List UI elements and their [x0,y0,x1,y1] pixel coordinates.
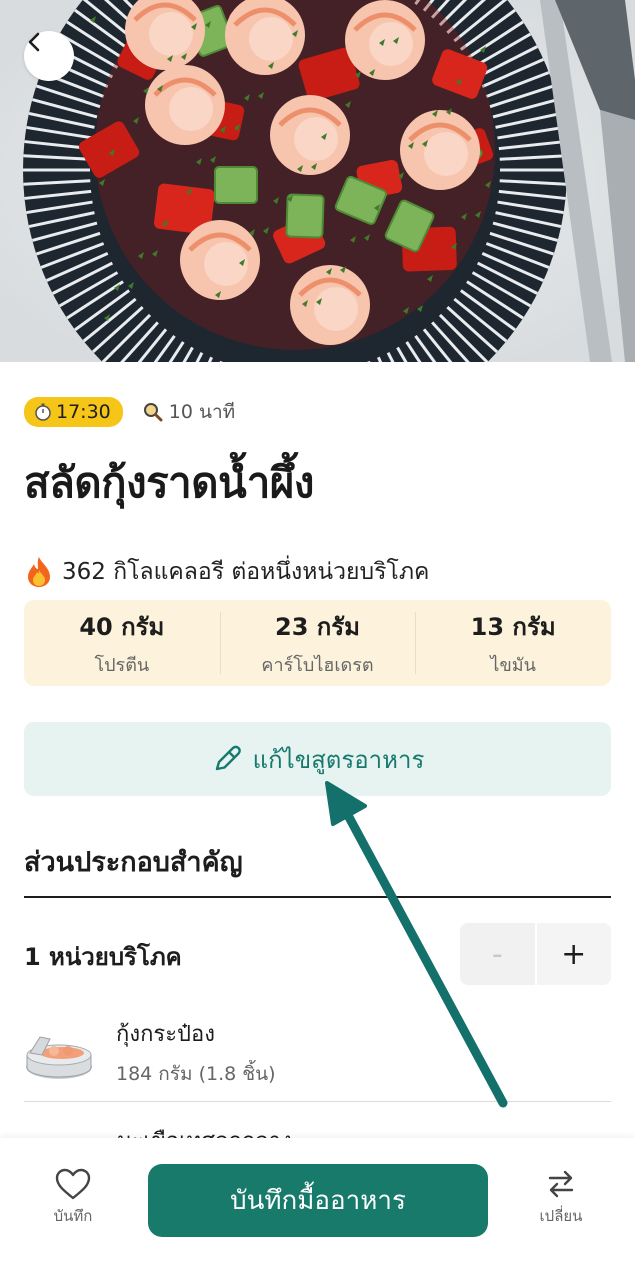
decrease-serving-button[interactable]: - [460,923,535,985]
time-badge-text: 17:30 [56,401,111,423]
ingredient-amount: 184 กรัม (1.8 ชิ้น) [116,1062,276,1085]
canned-shrimp-image [26,1036,92,1079]
edit-recipe-button[interactable]: แก้ไขสูตรอาหาร [24,722,611,796]
heart-icon [55,1168,91,1200]
macro-label: คาร์โบไฮเดรต [261,655,374,676]
swap-arrows-icon [548,1170,574,1198]
favorite-label: บันทึก [53,1207,93,1225]
section-divider [24,896,611,898]
ingredient-name: กุ้งกระป๋อง [116,1021,215,1047]
macro-value: 13 กรัม [470,613,556,641]
serving-stepper: - + [460,923,611,985]
recipe-hero-image [0,0,635,362]
chevron-left-icon [28,32,40,52]
macro-value: 23 กรัม [275,613,360,641]
ingredients-section-title: ส่วนประกอบสำคัญ [24,847,243,878]
macro-carbs: 23 กรัม คาร์โบไฮเดรต [219,600,416,686]
duration-text: 10 นาที [168,401,236,423]
macro-label: ไขมัน [490,655,536,676]
recipe-title: สลัดกุ้งราดน้ำผึ้ง [24,458,314,507]
pencil-icon [215,745,241,771]
favorite-button[interactable]: บันทึก [38,1168,108,1228]
time-badge: 17:30 [24,397,123,427]
ingredient-item[interactable]: กุ้งกระป๋อง 184 กรัม (1.8 ชิ้น) [24,1002,611,1102]
recipe-meta: 17:30 10 นาที [24,397,235,427]
increase-serving-button[interactable]: + [534,923,611,985]
swap-label: เปลี่ยน [539,1207,583,1225]
swap-button[interactable]: เปลี่ยน [526,1168,596,1228]
stopwatch-icon [35,403,51,421]
edit-recipe-label: แก้ไขสูตรอาหาร [252,745,425,774]
macro-summary: 40 กรัม โปรตีน 23 กรัม คาร์โบไฮเดรต 13 ก… [24,600,611,686]
serving-label: 1 หน่วยบริโภค [24,943,182,971]
macro-protein: 40 กรัม โปรตีน [24,600,220,686]
duration: 10 นาที [143,397,235,427]
macro-fat: 13 กรัม ไขมัน [415,600,611,686]
fire-icon [28,557,50,587]
ingredient-divider [24,1101,611,1102]
macro-value: 40 กรัม [79,613,165,641]
magnifier-icon [143,403,163,422]
calories-text: 362 กิโลแคลอรี ต่อหนึ่งหน่วยบริโภค [62,559,430,585]
save-meal-button[interactable]: บันทึกมื้ออาหาร [148,1164,488,1237]
bottom-action-bar: บันทึก บันทึกมื้ออาหาร เปลี่ยน [0,1138,635,1280]
calories-line: 362 กิโลแคลอรี ต่อหนึ่งหน่วยบริโภค [24,554,429,590]
macro-label: โปรตีน [94,655,150,676]
back-button[interactable] [24,31,74,81]
